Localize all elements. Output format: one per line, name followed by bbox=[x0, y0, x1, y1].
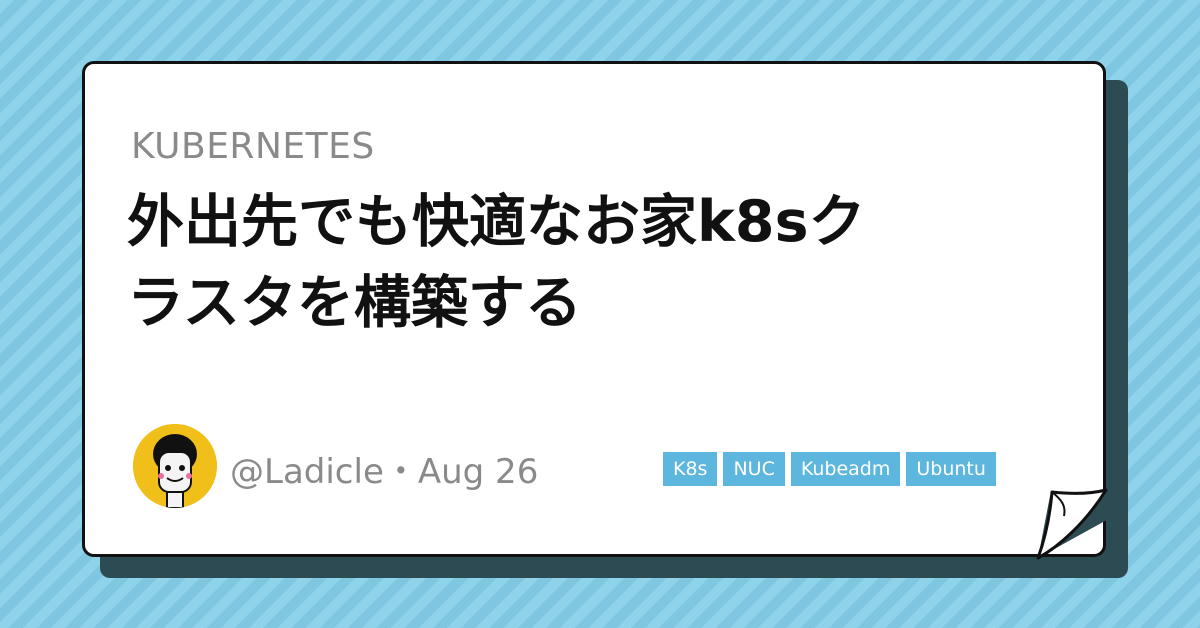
title-line-1: 外出先でも快適なお家k8sク bbox=[127, 189, 866, 255]
tag-ubuntu[interactable]: Ubuntu bbox=[906, 452, 996, 486]
page-curl-icon bbox=[1036, 488, 1114, 560]
tag-list: K8s NUC Kubeadm Ubuntu bbox=[663, 452, 996, 486]
title-line-2: ラスタを構築する bbox=[127, 270, 582, 336]
author-date: @Ladicle・Aug 26 bbox=[230, 452, 539, 492]
avatar-icon bbox=[133, 424, 217, 508]
category-label: KUBERNETES bbox=[131, 126, 375, 167]
tag-kubeadm[interactable]: Kubeadm bbox=[790, 452, 901, 486]
tag-k8s[interactable]: K8s bbox=[663, 452, 718, 486]
tag-nuc[interactable]: NUC bbox=[723, 452, 785, 486]
post-card[interactable]: KUBERNETES 外出先でも快適なお家k8sク ラスタを構築する @Ladi… bbox=[82, 61, 1106, 557]
post-title: 外出先でも快適なお家k8sク ラスタを構築する bbox=[127, 182, 1027, 344]
